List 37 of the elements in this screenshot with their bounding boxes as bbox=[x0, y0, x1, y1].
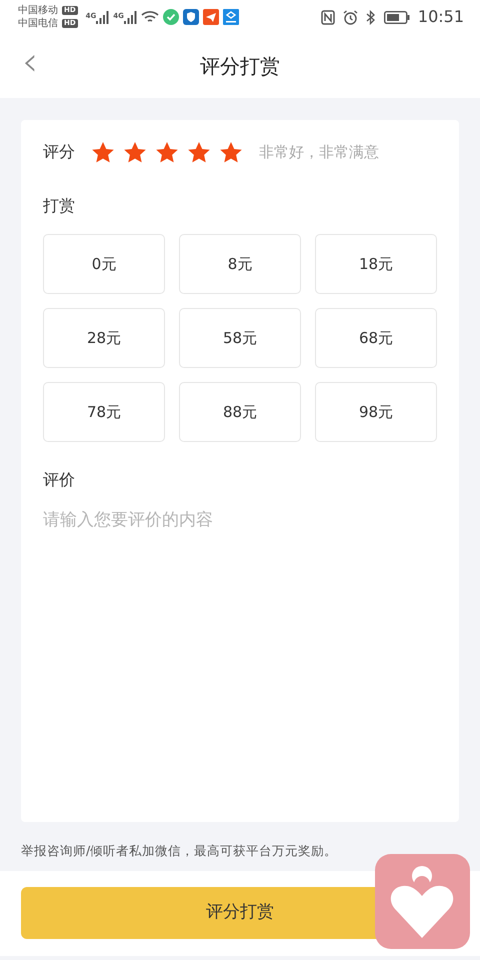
alarm-icon bbox=[342, 10, 358, 24]
carrier-name: 中国电信 bbox=[18, 17, 58, 30]
star-icon[interactable] bbox=[155, 140, 179, 164]
battery-icon bbox=[384, 10, 410, 24]
nfc-icon bbox=[320, 10, 335, 24]
rating-caption: 非常好，非常满意 bbox=[259, 142, 379, 163]
clock-time: 10:51 bbox=[418, 6, 464, 28]
amount-option[interactable]: 18元 bbox=[315, 234, 437, 294]
paper-plane-icon bbox=[202, 9, 219, 25]
amount-option[interactable]: 28元 bbox=[43, 308, 165, 368]
amount-option[interactable]: 8元 bbox=[179, 234, 301, 294]
amount-option[interactable]: 58元 bbox=[179, 308, 301, 368]
check-icon bbox=[162, 9, 179, 25]
star-icon[interactable] bbox=[91, 140, 115, 164]
report-notice: 举报咨询师/倾听者私加微信，最高可获平台万元奖励。 bbox=[20, 842, 338, 860]
signal-icon bbox=[96, 10, 110, 24]
amount-option[interactable]: 98元 bbox=[315, 382, 437, 442]
carrier-name: 中国移动 bbox=[18, 4, 58, 17]
heart-float-menu[interactable] bbox=[375, 854, 470, 949]
shield-icon bbox=[182, 9, 199, 25]
amount-option[interactable]: 88元 bbox=[179, 382, 301, 442]
review-label: 评价 bbox=[43, 469, 76, 491]
amount-option[interactable]: 78元 bbox=[43, 382, 165, 442]
signal-icon bbox=[124, 10, 137, 24]
rating-label: 评分 bbox=[43, 141, 75, 163]
wifi-icon bbox=[140, 10, 159, 24]
bluetooth-icon bbox=[366, 10, 376, 24]
reward-label: 打赏 bbox=[43, 195, 76, 217]
star-rating[interactable] bbox=[91, 140, 243, 164]
star-icon[interactable] bbox=[219, 140, 243, 164]
app-icon bbox=[222, 9, 239, 25]
amount-option[interactable]: 68元 bbox=[315, 308, 437, 368]
back-button[interactable]: ‹ bbox=[14, 42, 46, 82]
amount-option[interactable]: 0元 bbox=[43, 234, 165, 294]
star-icon[interactable] bbox=[123, 140, 147, 164]
star-icon[interactable] bbox=[187, 140, 211, 164]
page-title: 评分打赏 bbox=[200, 53, 280, 80]
